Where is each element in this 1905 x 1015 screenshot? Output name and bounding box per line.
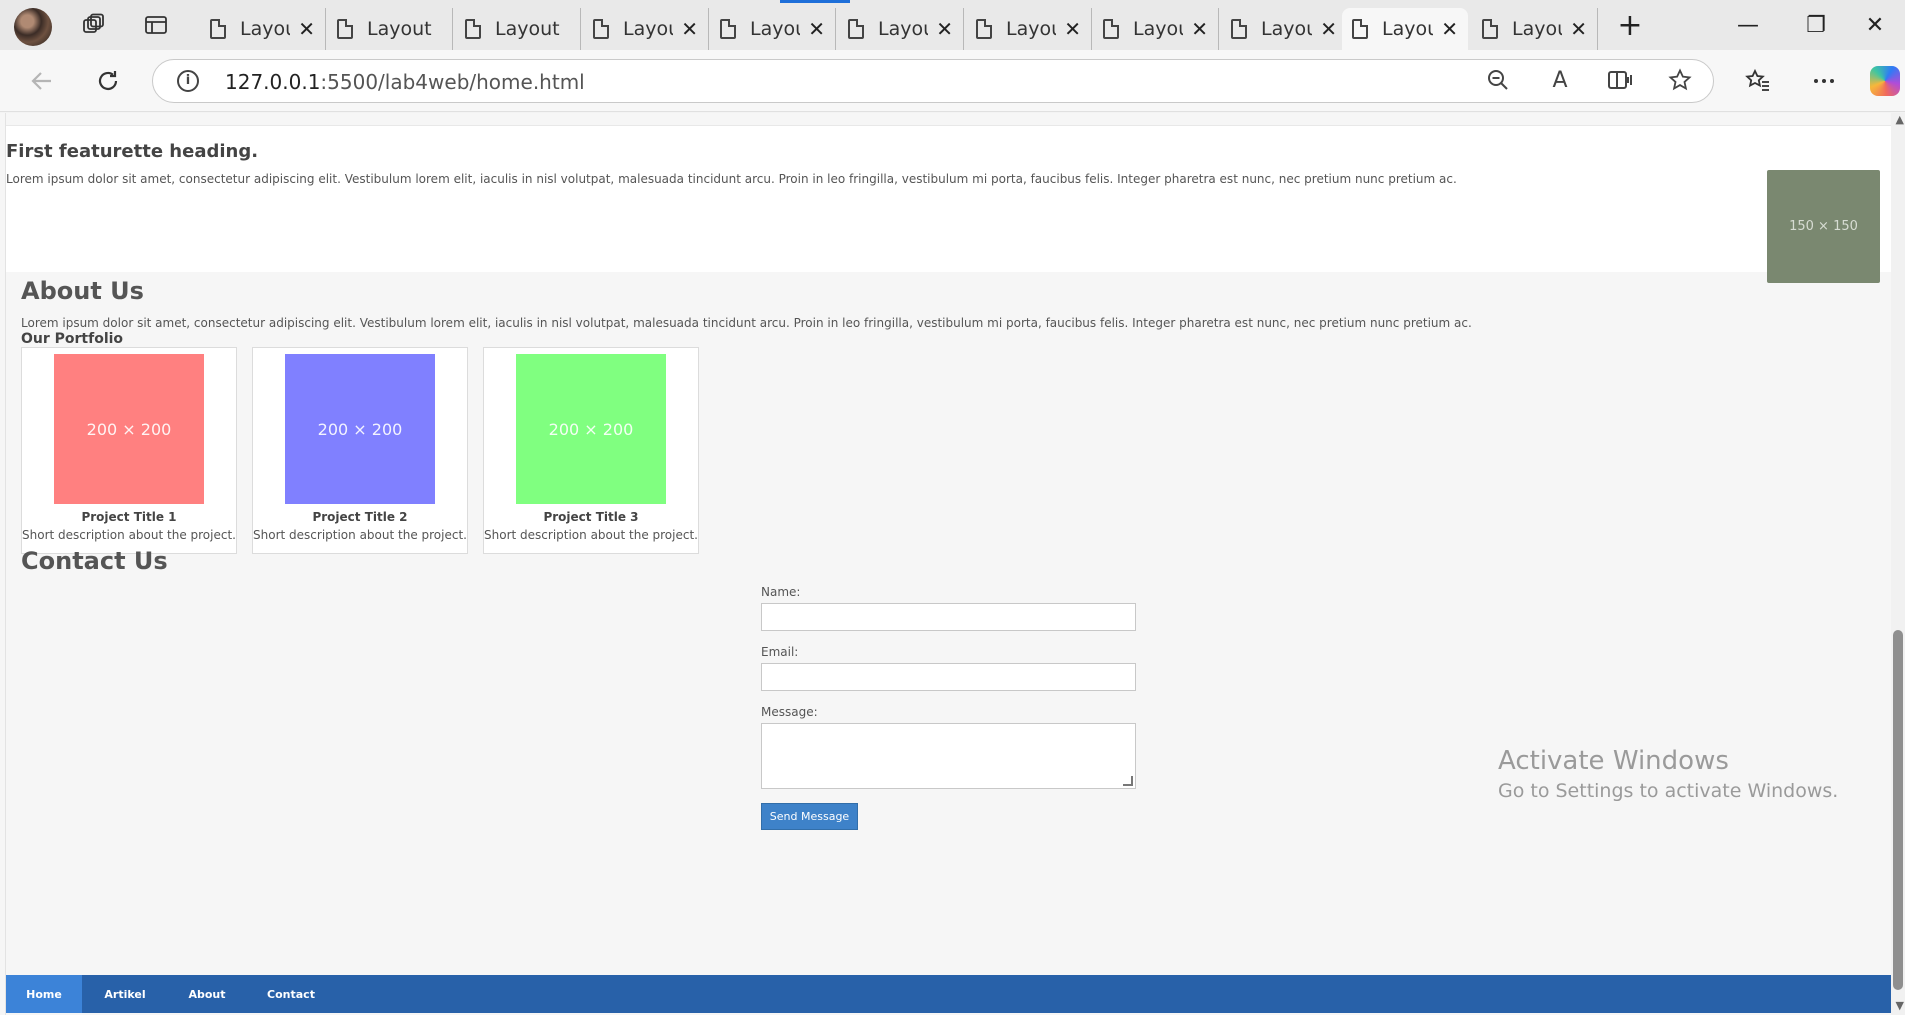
back-button[interactable] bbox=[24, 64, 60, 98]
about-heading: About Us bbox=[21, 277, 144, 305]
portfolio-card[interactable]: 200 × 200 Project Title 2 Short descript… bbox=[252, 347, 468, 554]
browser-tab[interactable]: Layout✕ bbox=[583, 8, 709, 50]
browser-tab[interactable]: Layout✕ bbox=[1221, 8, 1347, 50]
browser-tab-active[interactable]: Layout✕ bbox=[1342, 8, 1468, 50]
email-label: Email: bbox=[761, 645, 799, 659]
browser-tab[interactable]: Layout bbox=[455, 8, 581, 50]
browser-tab[interactable]: Layout✕ bbox=[200, 8, 326, 50]
close-tab-icon[interactable]: ✕ bbox=[681, 17, 698, 41]
close-tab-icon[interactable]: ✕ bbox=[1320, 17, 1337, 41]
email-field[interactable] bbox=[761, 663, 1136, 691]
workspaces-icon[interactable] bbox=[80, 12, 106, 38]
project-title: Project Title 3 bbox=[543, 510, 639, 524]
minimize-button[interactable]: — bbox=[1720, 8, 1776, 42]
page-icon bbox=[593, 19, 609, 39]
restore-button[interactable]: ❐ bbox=[1788, 8, 1844, 42]
bottom-nav-bar: Home Artikel About Contact bbox=[6, 975, 1891, 1013]
browser-tab[interactable]: Layout✕ bbox=[966, 8, 1092, 50]
project-image: 200 × 200 bbox=[516, 354, 666, 504]
project-image: 200 × 200 bbox=[54, 354, 204, 504]
close-tab-icon[interactable]: ✕ bbox=[936, 17, 953, 41]
about-text: Lorem ipsum dolor sit amet, consectetur … bbox=[21, 316, 1472, 330]
copilot-icon[interactable] bbox=[1870, 66, 1900, 96]
name-field[interactable] bbox=[761, 603, 1136, 631]
close-tab-icon[interactable]: ✕ bbox=[1441, 17, 1458, 41]
browser-tab[interactable]: Layout✕ bbox=[838, 8, 964, 50]
project-description: Short description about the project. bbox=[484, 528, 698, 542]
page-icon bbox=[210, 19, 226, 39]
browser-tab[interactable]: Layout✕ bbox=[710, 8, 836, 50]
send-message-button[interactable]: Send Message bbox=[761, 803, 858, 830]
favorite-star-icon[interactable] bbox=[1665, 68, 1695, 96]
refresh-button[interactable] bbox=[90, 64, 126, 98]
url-text[interactable]: 127.0.0.1:5500/lab4web/home.html bbox=[225, 70, 585, 94]
close-window-button[interactable]: ✕ bbox=[1847, 8, 1903, 42]
nav-item-about[interactable]: About bbox=[168, 975, 246, 1013]
favorites-icon[interactable] bbox=[1740, 64, 1776, 98]
close-tab-icon[interactable]: ✕ bbox=[1570, 17, 1587, 41]
name-label: Name: bbox=[761, 585, 801, 599]
read-aloud-icon[interactable]: A bbox=[1545, 68, 1575, 96]
page-icon bbox=[1103, 19, 1119, 39]
featurette-section: First featurette heading. Lorem ipsum do… bbox=[6, 125, 1891, 283]
page-icon bbox=[848, 19, 864, 39]
page-icon bbox=[976, 19, 992, 39]
message-label: Message: bbox=[761, 705, 818, 719]
loading-indicator bbox=[780, 0, 850, 3]
close-tab-icon[interactable]: ✕ bbox=[1064, 17, 1081, 41]
project-image: 200 × 200 bbox=[285, 354, 435, 504]
scrollbar-thumb[interactable] bbox=[1893, 630, 1903, 990]
nav-item-contact[interactable]: Contact bbox=[246, 975, 336, 1013]
page-icon bbox=[1231, 19, 1247, 39]
immersive-reader-icon[interactable] bbox=[1605, 68, 1635, 96]
vertical-tabs-icon[interactable] bbox=[143, 12, 169, 38]
message-field[interactable] bbox=[761, 723, 1136, 789]
project-description: Short description about the project. bbox=[253, 528, 467, 542]
project-description: Short description about the project. bbox=[22, 528, 236, 542]
close-tab-icon[interactable]: ✕ bbox=[808, 17, 825, 41]
project-title: Project Title 1 bbox=[81, 510, 177, 524]
activate-windows-subtitle: Go to Settings to activate Windows. bbox=[1498, 780, 1839, 802]
profile-avatar[interactable] bbox=[14, 8, 52, 46]
activate-windows-title: Activate Windows bbox=[1498, 746, 1729, 776]
site-info-icon[interactable]: i bbox=[177, 70, 199, 92]
address-bar[interactable]: i 127.0.0.1:5500/lab4web/home.html A bbox=[152, 59, 1714, 103]
browser-tab[interactable]: Layout✕ bbox=[1093, 8, 1219, 50]
page-icon bbox=[720, 19, 736, 39]
page-icon bbox=[337, 19, 353, 39]
browser-tab[interactable]: Layout bbox=[327, 8, 453, 50]
page-icon bbox=[1482, 19, 1498, 39]
page-icon bbox=[465, 19, 481, 39]
contact-heading: Contact Us bbox=[21, 547, 168, 575]
browser-toolbar: i 127.0.0.1:5500/lab4web/home.html A bbox=[0, 50, 1905, 112]
browser-tab[interactable]: Layout✕ bbox=[1472, 8, 1598, 50]
zoom-out-icon[interactable] bbox=[1483, 68, 1513, 96]
contact-form: Name: Email: Message: Send Message bbox=[761, 585, 1137, 830]
portfolio-card[interactable]: 200 × 200 Project Title 3 Short descript… bbox=[483, 347, 699, 554]
new-tab-button[interactable]: + bbox=[1602, 8, 1658, 43]
more-options-icon[interactable] bbox=[1806, 64, 1842, 98]
scroll-down-icon[interactable]: ▼ bbox=[1896, 999, 1904, 1012]
nav-item-home[interactable]: Home bbox=[6, 975, 82, 1013]
project-title: Project Title 2 bbox=[312, 510, 408, 524]
portfolio-card[interactable]: 200 × 200 Project Title 1 Short descript… bbox=[21, 347, 237, 554]
nav-item-artikel[interactable]: Artikel bbox=[82, 975, 168, 1013]
page-viewport: First featurette heading. Lorem ipsum do… bbox=[0, 113, 1905, 1015]
page-icon bbox=[1352, 19, 1368, 39]
close-tab-icon[interactable]: ✕ bbox=[1191, 17, 1208, 41]
featurette-heading: First featurette heading. bbox=[6, 141, 259, 162]
featurette-image: 150 × 150 bbox=[1767, 170, 1880, 283]
featurette-text: Lorem ipsum dolor sit amet, consectetur … bbox=[6, 172, 1457, 186]
scroll-up-icon[interactable]: ▲ bbox=[1896, 113, 1904, 126]
close-tab-icon[interactable]: ✕ bbox=[298, 17, 315, 41]
portfolio-heading: Our Portfolio bbox=[21, 331, 124, 347]
browser-tab-strip: Layout✕ Layout Layout Layout✕ Layout✕ La… bbox=[0, 0, 1905, 50]
